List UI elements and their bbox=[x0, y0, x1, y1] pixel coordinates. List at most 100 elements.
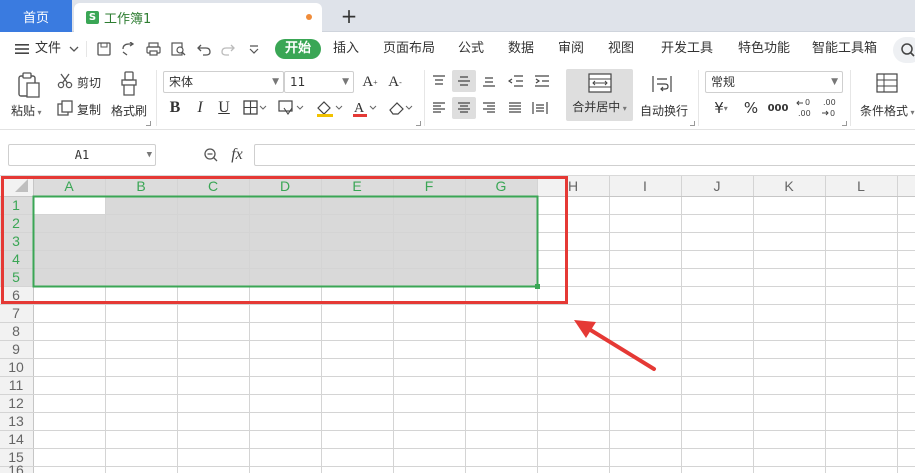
font-name-dropdown[interactable]: 宋体 ▼ bbox=[163, 71, 284, 93]
svg-text:.00: .00 bbox=[823, 98, 836, 107]
new-tab-button[interactable]: + bbox=[338, 4, 360, 28]
export-icon[interactable] bbox=[120, 41, 136, 57]
distributed-align-icon[interactable] bbox=[530, 99, 550, 117]
file-menu[interactable]: 文件 bbox=[35, 39, 61, 59]
menu-smart-toolbox[interactable]: 智能工具箱 bbox=[812, 39, 877, 59]
formula-input[interactable] bbox=[254, 144, 915, 166]
menu-view[interactable]: 视图 bbox=[608, 39, 634, 59]
increase-decimal-icon[interactable]: 0.00 bbox=[795, 96, 817, 120]
chevron-down-icon[interactable] bbox=[66, 41, 82, 57]
column-header-k[interactable]: K bbox=[753, 176, 825, 196]
menu-start[interactable]: 开始 bbox=[275, 39, 322, 59]
bold-icon[interactable]: B bbox=[165, 98, 185, 118]
menu-review[interactable]: 审阅 bbox=[558, 39, 584, 59]
hamburger-menu-icon[interactable] bbox=[14, 41, 30, 57]
row-header-13[interactable]: 13 bbox=[0, 412, 32, 430]
percent-button[interactable]: % bbox=[742, 98, 760, 118]
menu-page-layout[interactable]: 页面布局 bbox=[383, 39, 435, 59]
redo-icon[interactable] bbox=[220, 41, 236, 57]
align-bottom-icon[interactable] bbox=[480, 72, 498, 90]
column-header-i[interactable]: I bbox=[609, 176, 681, 196]
tab-bar: 首页 S 工作簿1 + bbox=[0, 0, 915, 32]
tab-home[interactable]: 首页 bbox=[0, 0, 72, 32]
row-header-12[interactable]: 12 bbox=[0, 394, 32, 412]
scissors-icon[interactable] bbox=[56, 72, 74, 90]
menu-features[interactable]: 特色功能 bbox=[738, 39, 790, 59]
font-size-dropdown[interactable]: 11 ▼ bbox=[284, 71, 354, 93]
menu-formula[interactable]: 公式 bbox=[458, 39, 484, 59]
svg-text:A: A bbox=[354, 101, 365, 116]
row-header-11[interactable]: 11 bbox=[0, 376, 32, 394]
decrease-decimal-icon[interactable]: .00 0 bbox=[820, 96, 842, 120]
clipboard-group-launcher[interactable] bbox=[146, 121, 151, 126]
menu-developer[interactable]: 开发工具 bbox=[661, 39, 713, 59]
alignment-group-launcher[interactable] bbox=[690, 121, 695, 126]
font-group-launcher[interactable] bbox=[416, 121, 421, 126]
save-icon[interactable] bbox=[96, 41, 112, 57]
search-button[interactable] bbox=[893, 37, 915, 63]
decrease-indent-icon[interactable] bbox=[507, 72, 525, 90]
row-header-10[interactable]: 10 bbox=[0, 358, 32, 376]
tab-workbook[interactable]: S 工作簿1 bbox=[74, 3, 322, 32]
clear-format-icon[interactable] bbox=[386, 98, 414, 118]
number-group-launcher[interactable] bbox=[842, 121, 847, 126]
workbook-title: 工作簿1 bbox=[104, 12, 152, 27]
border-icon[interactable] bbox=[242, 99, 268, 117]
align-left-icon[interactable] bbox=[430, 99, 448, 117]
cell-style-icon[interactable] bbox=[277, 99, 305, 117]
copy-button[interactable]: 复制 bbox=[77, 101, 101, 118]
align-top-icon[interactable] bbox=[430, 72, 448, 90]
column-header-j[interactable]: J bbox=[681, 176, 753, 196]
currency-button[interactable]: ¥ ▾ bbox=[706, 98, 736, 118]
print-preview-icon[interactable] bbox=[170, 41, 186, 57]
font-name-value: 宋体 bbox=[169, 75, 194, 89]
menu-insert[interactable]: 插入 bbox=[333, 39, 359, 59]
paste-button[interactable]: 粘贴 ▾ bbox=[11, 102, 42, 119]
paste-label: 粘贴 bbox=[11, 104, 36, 118]
thousands-separator-button[interactable]: 000 bbox=[765, 98, 791, 118]
underline-icon[interactable]: U bbox=[214, 98, 234, 118]
increase-indent-icon[interactable] bbox=[533, 72, 551, 90]
copy-icon[interactable] bbox=[56, 99, 74, 117]
conditional-format-icon[interactable] bbox=[875, 72, 899, 94]
wrap-text-button[interactable]: 自动换行 bbox=[640, 102, 688, 119]
svg-text:.00: .00 bbox=[798, 109, 811, 118]
align-middle-icon[interactable] bbox=[452, 70, 476, 92]
svg-text:0: 0 bbox=[805, 98, 810, 107]
name-box[interactable]: A1 ▼ bbox=[8, 144, 156, 166]
row-header-8[interactable]: 8 bbox=[0, 322, 32, 340]
paste-icon[interactable] bbox=[14, 70, 44, 100]
zoom-function-icon[interactable] bbox=[202, 146, 220, 164]
fill-color-icon[interactable] bbox=[314, 98, 344, 118]
merge-center-button[interactable]: 合并居中 ▾ bbox=[566, 69, 633, 121]
row-header-14[interactable]: 14 bbox=[0, 430, 32, 448]
print-icon[interactable] bbox=[145, 41, 161, 57]
decrease-font-icon[interactable]: A- bbox=[385, 72, 405, 92]
row-header-7[interactable]: 7 bbox=[0, 304, 32, 322]
italic-icon[interactable]: I bbox=[190, 98, 210, 118]
ribbon-toolbar: 粘贴 ▾ 剪切 复制 格式刷 宋体 ▼ 11 ▼ A+ A- B I U A bbox=[0, 66, 915, 130]
undo-icon[interactable] bbox=[196, 41, 212, 57]
row-header-16[interactable]: 16 bbox=[0, 462, 32, 473]
wrap-text-icon[interactable] bbox=[650, 73, 674, 95]
cut-button[interactable]: 剪切 bbox=[77, 74, 101, 91]
insert-function-button[interactable]: fx bbox=[226, 144, 248, 166]
conditional-format-button[interactable]: 条件格式 ▾ bbox=[860, 102, 915, 119]
column-header-l[interactable]: L bbox=[825, 176, 897, 196]
number-format-value: 常规 bbox=[711, 75, 736, 89]
format-painter-icon[interactable] bbox=[116, 70, 142, 98]
menu-data[interactable]: 数据 bbox=[508, 39, 534, 59]
currency-label: ¥ bbox=[714, 99, 724, 117]
format-painter-button[interactable]: 格式刷 bbox=[111, 102, 147, 119]
number-format-dropdown[interactable]: 常规 ▼ bbox=[705, 71, 843, 93]
row-header-9[interactable]: 9 bbox=[0, 340, 32, 358]
increase-font-icon[interactable]: A + bbox=[360, 72, 380, 92]
align-right-icon[interactable] bbox=[480, 99, 498, 117]
font-color-icon[interactable]: A bbox=[350, 98, 378, 118]
justify-icon[interactable] bbox=[506, 99, 524, 117]
chevron-down-icon: ▼ bbox=[146, 150, 152, 160]
unsaved-dot-icon[interactable] bbox=[306, 14, 312, 20]
highlight-box bbox=[1, 176, 568, 304]
quick-access-dropdown-icon[interactable] bbox=[246, 41, 262, 57]
align-center-icon[interactable] bbox=[452, 97, 476, 119]
